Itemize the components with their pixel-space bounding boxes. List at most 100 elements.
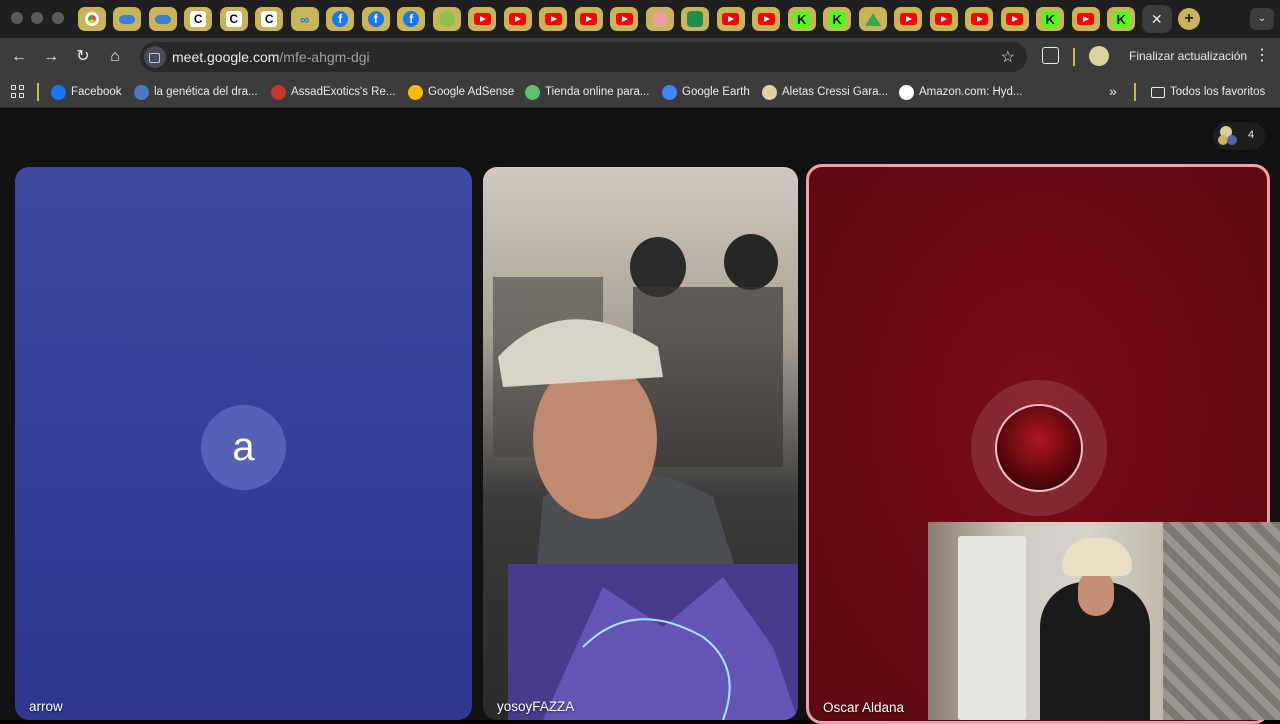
window-close-button[interactable] <box>11 12 23 24</box>
tab[interactable] <box>571 5 607 33</box>
tab[interactable] <box>926 5 962 33</box>
bookmark-label: AssadExotics's Re... <box>291 86 396 98</box>
self-view-background <box>958 536 1026 720</box>
tab-favicon: ∞ <box>290 7 319 31</box>
tab-favicon <box>858 7 887 31</box>
new-tab-button[interactable]: + <box>1178 8 1200 30</box>
tab[interactable]: C <box>216 5 252 33</box>
bookmark-label: la genética del dra... <box>154 86 258 98</box>
tab[interactable] <box>713 5 749 33</box>
site-info-icon[interactable] <box>144 46 166 68</box>
bookmark-item[interactable]: Aletas Cressi Gara... <box>762 84 888 100</box>
back-button[interactable]: ← <box>9 47 29 67</box>
participants-button[interactable]: 4 <box>1213 122 1265 150</box>
tab[interactable] <box>678 5 714 33</box>
tab[interactable]: K <box>784 5 820 33</box>
tab[interactable] <box>1068 5 1104 33</box>
address-bar[interactable]: meet.google.com/mfe-ahgm-dgi ☆ <box>140 42 1027 72</box>
tab[interactable] <box>145 5 181 33</box>
url-text[interactable]: meet.google.com/mfe-ahgm-dgi <box>172 49 370 65</box>
self-view-hat <box>1062 538 1132 576</box>
tab[interactable]: K <box>1033 5 1069 33</box>
bookmarks-divider <box>37 83 39 101</box>
facebook-icon: f <box>367 11 384 27</box>
tab[interactable] <box>110 5 146 33</box>
bookmark-item[interactable]: Amazon.com: Hyd... <box>899 84 1023 100</box>
home-button[interactable]: ⌂ <box>105 47 125 67</box>
self-view-video[interactable] <box>928 522 1280 720</box>
bookmark-item[interactable]: Tienda online para... <box>525 84 649 100</box>
tab[interactable]: f <box>323 5 359 33</box>
update-button[interactable]: Finalizar actualización <box>1129 49 1247 63</box>
participant-tile-yosoyfazza[interactable]: yosoyFAZZA <box>483 167 798 720</box>
more-bookmarks-icon[interactable]: » <box>1109 83 1117 99</box>
tab-favicon <box>1000 7 1029 31</box>
apps-grid-icon[interactable] <box>11 85 24 98</box>
participant-tile-arrow[interactable]: a arrow <box>15 167 472 720</box>
tab[interactable] <box>997 5 1033 33</box>
tab-favicon <box>539 7 568 31</box>
browser-menu-icon[interactable]: ⋮ <box>1254 46 1270 66</box>
tab-favicon <box>113 7 142 31</box>
bookmark-item[interactable]: Google AdSense <box>408 84 514 100</box>
tab[interactable] <box>962 5 998 33</box>
extensions-icon[interactable] <box>1042 47 1059 64</box>
tab[interactable] <box>642 5 678 33</box>
tab[interactable]: K <box>1104 5 1140 33</box>
tab-favicon: K <box>787 7 816 31</box>
tab[interactable] <box>607 5 643 33</box>
bookmark-favicon-icon <box>134 84 149 100</box>
bookmark-favicon-icon <box>762 84 777 100</box>
bookmark-favicon-icon <box>271 84 286 100</box>
all-bookmarks-folder[interactable]: Todos los favoritos <box>1151 84 1265 100</box>
tab[interactable] <box>465 5 501 33</box>
tab-favicon: C <box>184 7 213 31</box>
cloud-icon <box>154 14 171 24</box>
youtube-icon <box>1006 13 1024 25</box>
profile-avatar[interactable] <box>1089 46 1109 66</box>
bookmark-item[interactable]: AssadExotics's Re... <box>271 84 395 100</box>
window-zoom-button[interactable] <box>52 12 64 24</box>
tab[interactable]: C <box>252 5 288 33</box>
forward-button[interactable]: → <box>41 47 61 67</box>
tab-favicon: C <box>255 7 284 31</box>
tab-favicon <box>503 7 532 31</box>
drive-icon <box>864 12 881 26</box>
tab[interactable] <box>429 5 465 33</box>
tab[interactable] <box>749 5 785 33</box>
bookmark-favicon-icon <box>899 84 914 100</box>
bookmark-item[interactable]: Google Earth <box>662 84 750 100</box>
bookmark-label: Tienda online para... <box>545 86 650 98</box>
tab-search-button[interactable]: ⌄ <box>1250 8 1274 30</box>
tab-favicon: f <box>326 7 355 31</box>
tab-favicon <box>610 7 639 31</box>
tab-favicon <box>894 7 923 31</box>
kick-icon: K <box>793 10 811 28</box>
reload-button[interactable]: ↻ <box>73 47 93 67</box>
kick-icon: K <box>828 10 846 28</box>
bookmark-item[interactable]: la genética del dra... <box>134 84 258 100</box>
bookmark-item[interactable]: Facebook <box>51 84 122 100</box>
tab[interactable] <box>74 5 110 33</box>
tab[interactable] <box>891 5 927 33</box>
tab[interactable] <box>500 5 536 33</box>
tab[interactable]: f <box>358 5 394 33</box>
tab[interactable] <box>536 5 572 33</box>
tab-strip: C C C ∞ f f f K K K K ✕ + ⌄ <box>0 0 1280 38</box>
tab[interactable] <box>855 5 891 33</box>
url-path: /mfe-ahgm-dgi <box>279 49 370 65</box>
participant-avatars <box>1218 126 1240 146</box>
tab-favicon: K <box>823 7 852 31</box>
bookmark-star-icon[interactable]: ☆ <box>1001 47 1015 67</box>
tab-active[interactable]: ✕ <box>1139 5 1175 33</box>
tab-favicon: ✕ <box>1141 5 1172 33</box>
youtube-icon <box>580 13 598 25</box>
facebook-icon: f <box>332 11 349 27</box>
tab[interactable]: C <box>181 5 217 33</box>
tab[interactable]: f <box>394 5 430 33</box>
window-minimize-button[interactable] <box>31 12 43 24</box>
bookmark-favicon-icon <box>408 84 423 100</box>
tab[interactable]: K <box>820 5 856 33</box>
close-icon[interactable]: ✕ <box>1151 11 1163 28</box>
tab[interactable]: ∞ <box>287 5 323 33</box>
